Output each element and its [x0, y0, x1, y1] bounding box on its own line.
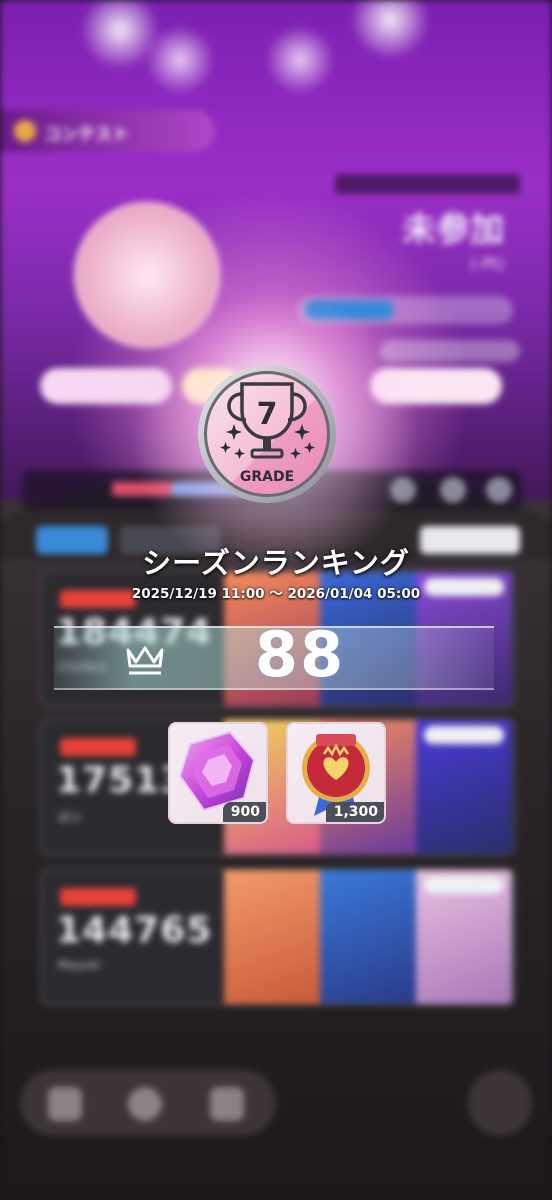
grade-number: 7 — [257, 397, 278, 432]
reward-emblem-quantity: 1,300 — [325, 802, 384, 822]
season-period: 2025/12/19 11:00 ～ 2026/01/04 05:00 — [131, 586, 421, 602]
reward-emblem[interactable]: 1,300 — [286, 722, 386, 824]
reward-gem-quantity: 900 — [222, 802, 266, 822]
grade-badge: 7 GRADE — [198, 365, 336, 503]
season-ranking-title: シーズンランキング — [142, 546, 410, 580]
grade-label: GRADE — [240, 469, 294, 485]
reward-gem[interactable]: 900 — [168, 722, 268, 824]
season-rank-value: 88 — [254, 618, 346, 691]
crown-icon — [126, 646, 164, 675]
season-ranking-overlay[interactable]: 7 GRADE シーズンランキング 2025/12/19 11:00 ～ 202… — [0, 0, 552, 1200]
